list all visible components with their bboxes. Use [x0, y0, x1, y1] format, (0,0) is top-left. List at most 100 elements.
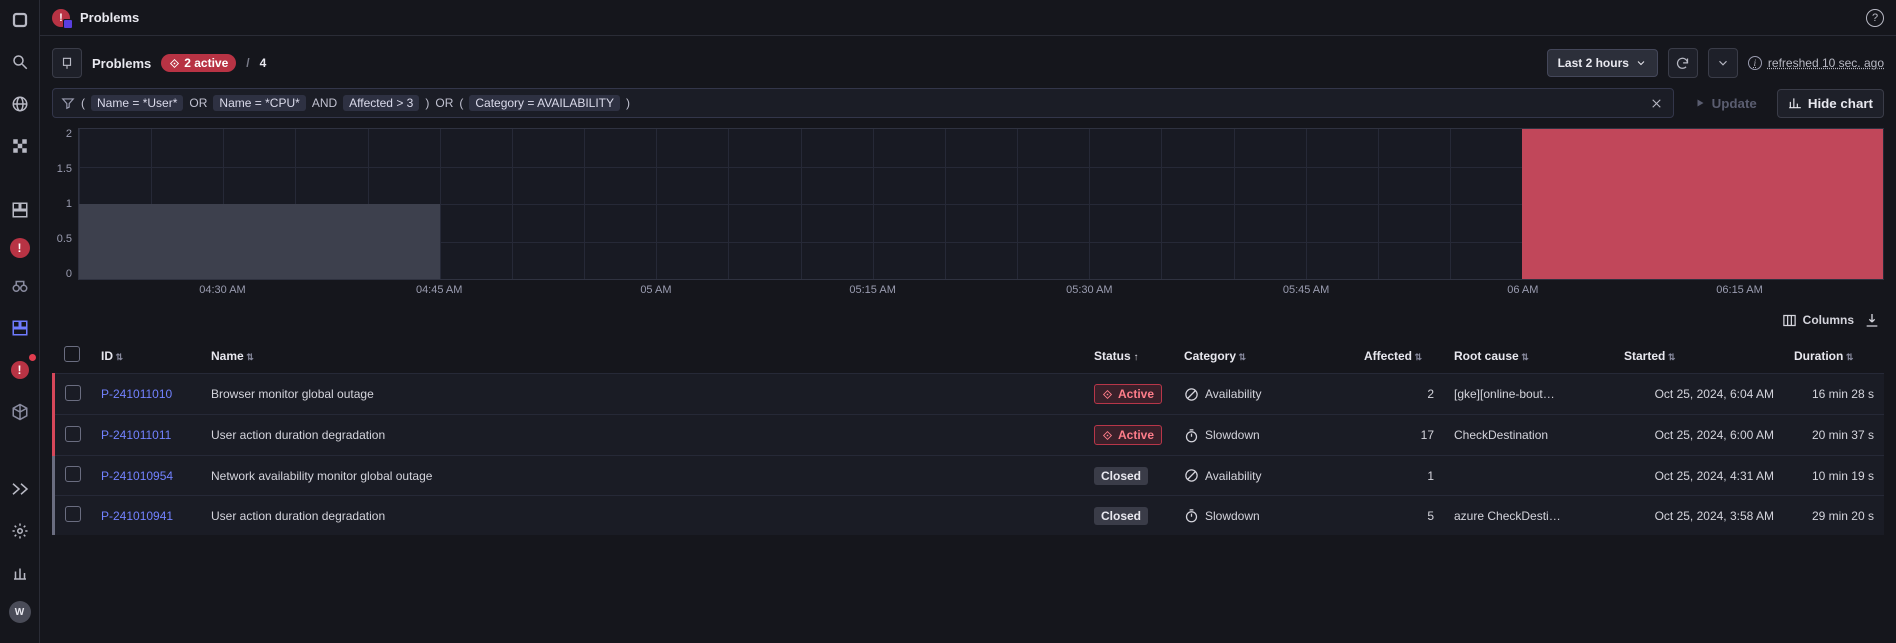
chart-bar[interactable] — [1667, 129, 1739, 279]
timerange-selector[interactable]: Last 2 hours — [1547, 49, 1658, 77]
avatar[interactable]: W — [9, 601, 31, 623]
pin-button[interactable] — [52, 48, 82, 78]
col-category[interactable]: Category — [1174, 338, 1354, 374]
hide-chart-button[interactable]: Hide chart — [1777, 89, 1884, 118]
chart-bar[interactable] — [1594, 129, 1666, 279]
chart-bar[interactable] — [1811, 129, 1883, 279]
x-tick-label: 05 AM — [640, 284, 671, 296]
problem-id-link[interactable]: P-241010941 — [101, 509, 173, 523]
select-all-checkbox[interactable] — [64, 346, 80, 362]
row-checkbox[interactable] — [65, 385, 81, 401]
table-toolbar: Columns — [52, 308, 1884, 328]
status-badge: Closed — [1094, 467, 1148, 485]
root-cause — [1444, 456, 1614, 496]
problems-nav-icon-alt[interactable]: ! — [6, 356, 34, 384]
duration: 29 min 20 s — [1784, 496, 1884, 536]
chart-bar[interactable] — [368, 204, 440, 279]
col-id[interactable]: ID — [91, 338, 201, 374]
download-button[interactable] — [1864, 312, 1880, 328]
bar-chart-icon — [1788, 96, 1802, 110]
globe-icon[interactable] — [6, 90, 34, 118]
active-count-badge[interactable]: 2 active — [161, 54, 236, 72]
status-badge: Active — [1094, 425, 1162, 445]
problem-name: User action duration degradation — [201, 496, 1084, 536]
root-cause: [gke][online-bout… — [1444, 374, 1614, 415]
problems-nav-icon[interactable]: ! — [10, 238, 30, 258]
affected-count: 2 — [1354, 374, 1444, 415]
chart-bar[interactable] — [79, 204, 151, 279]
affected-count: 5 — [1354, 496, 1444, 536]
apps-grid-icon[interactable] — [6, 132, 34, 160]
timeframe-dropdown[interactable] — [1708, 48, 1738, 78]
chart-bar[interactable] — [295, 204, 367, 279]
table-row[interactable]: P-241011011 User action duration degradat… — [54, 415, 1885, 456]
chart-bar[interactable] — [223, 204, 295, 279]
chart-bar[interactable] — [1522, 129, 1594, 279]
chevron-down-icon — [1635, 57, 1647, 69]
problem-id-link[interactable]: P-241011011 — [101, 428, 171, 442]
x-tick-label: 05:30 AM — [1066, 284, 1112, 296]
cube-icon[interactable] — [6, 398, 34, 426]
help-icon[interactable]: ? — [1866, 9, 1884, 27]
duration: 16 min 28 s — [1784, 374, 1884, 415]
problem-chart[interactable]: 21.510.50 04:30 AM04:45 AM05 AM05:15 AM0… — [52, 128, 1884, 298]
x-tick-label: 05:15 AM — [849, 284, 895, 296]
breadcrumb-problems[interactable]: Problems — [92, 56, 151, 71]
started-time: Oct 25, 2024, 6:04 AM — [1614, 374, 1784, 415]
col-duration[interactable]: Duration — [1784, 338, 1884, 374]
metrics-icon[interactable] — [6, 559, 34, 587]
affected-count: 17 — [1354, 415, 1444, 456]
problem-id-link[interactable]: P-241011010 — [101, 387, 172, 401]
dashboard-icon[interactable] — [6, 196, 34, 224]
table-row[interactable]: P-241011010 Browser monitor global outage… — [54, 374, 1885, 415]
filter-input[interactable]: ( Name = *User* OR Name = *CPU* AND Affe… — [52, 88, 1674, 118]
table-row[interactable]: P-241010954Network availability monitor … — [54, 456, 1885, 496]
affected-count: 1 — [1354, 456, 1444, 496]
problem-name: User action duration degradation — [201, 415, 1084, 456]
x-tick-label: 06 AM — [1507, 284, 1538, 296]
status-badge: Active — [1094, 384, 1162, 404]
y-tick-label: 2 — [52, 128, 72, 140]
expand-rail-icon[interactable] — [6, 475, 34, 503]
problem-name: Browser monitor global outage — [201, 374, 1084, 415]
columns-icon — [1782, 313, 1797, 328]
col-affected[interactable]: Affected — [1354, 338, 1444, 374]
tiles-icon[interactable] — [6, 314, 34, 342]
stopwatch-icon — [1184, 508, 1199, 523]
problem-id-link[interactable]: P-241010954 — [101, 469, 173, 483]
refresh-button[interactable] — [1668, 48, 1698, 78]
col-started[interactable]: Started — [1614, 338, 1784, 374]
col-root-cause[interactable]: Root cause — [1444, 338, 1614, 374]
breadcrumb-total: 4 — [260, 56, 267, 70]
root-cause: CheckDestination — [1444, 415, 1614, 456]
logo-icon[interactable] — [6, 6, 34, 34]
category-label: Availability — [1205, 469, 1261, 483]
chart-bar[interactable] — [1739, 129, 1811, 279]
titlebar: ! Problems ? — [40, 0, 1896, 36]
y-tick-label: 0 — [52, 268, 72, 280]
x-tick-label: 04:45 AM — [416, 284, 462, 296]
filter-icon — [61, 96, 75, 110]
binoculars-icon[interactable] — [6, 272, 34, 300]
columns-button[interactable]: Columns — [1782, 313, 1854, 328]
download-icon — [1864, 312, 1880, 328]
col-name[interactable]: Name — [201, 338, 1084, 374]
row-checkbox[interactable] — [65, 466, 81, 482]
chart-bar[interactable] — [151, 204, 223, 279]
status-badge: Closed — [1094, 507, 1148, 525]
duration: 10 min 19 s — [1784, 456, 1884, 496]
no-entry-icon — [1184, 468, 1199, 483]
stopwatch-icon — [1184, 428, 1199, 443]
category-label: Slowdown — [1205, 509, 1260, 523]
row-checkbox[interactable] — [65, 426, 81, 442]
col-status[interactable]: Status — [1084, 338, 1174, 374]
row-checkbox[interactable] — [65, 506, 81, 522]
clear-filter-icon[interactable] — [1649, 95, 1665, 111]
nav-rail: ! ! W — [0, 0, 40, 643]
x-tick-label: 05:45 AM — [1283, 284, 1329, 296]
refreshed-status[interactable]: i refreshed 10 sec. ago — [1748, 56, 1884, 70]
search-icon[interactable] — [6, 48, 34, 76]
duration: 20 min 37 s — [1784, 415, 1884, 456]
table-row[interactable]: P-241010941 User action duration degradat… — [54, 496, 1885, 536]
gear-icon[interactable] — [6, 517, 34, 545]
